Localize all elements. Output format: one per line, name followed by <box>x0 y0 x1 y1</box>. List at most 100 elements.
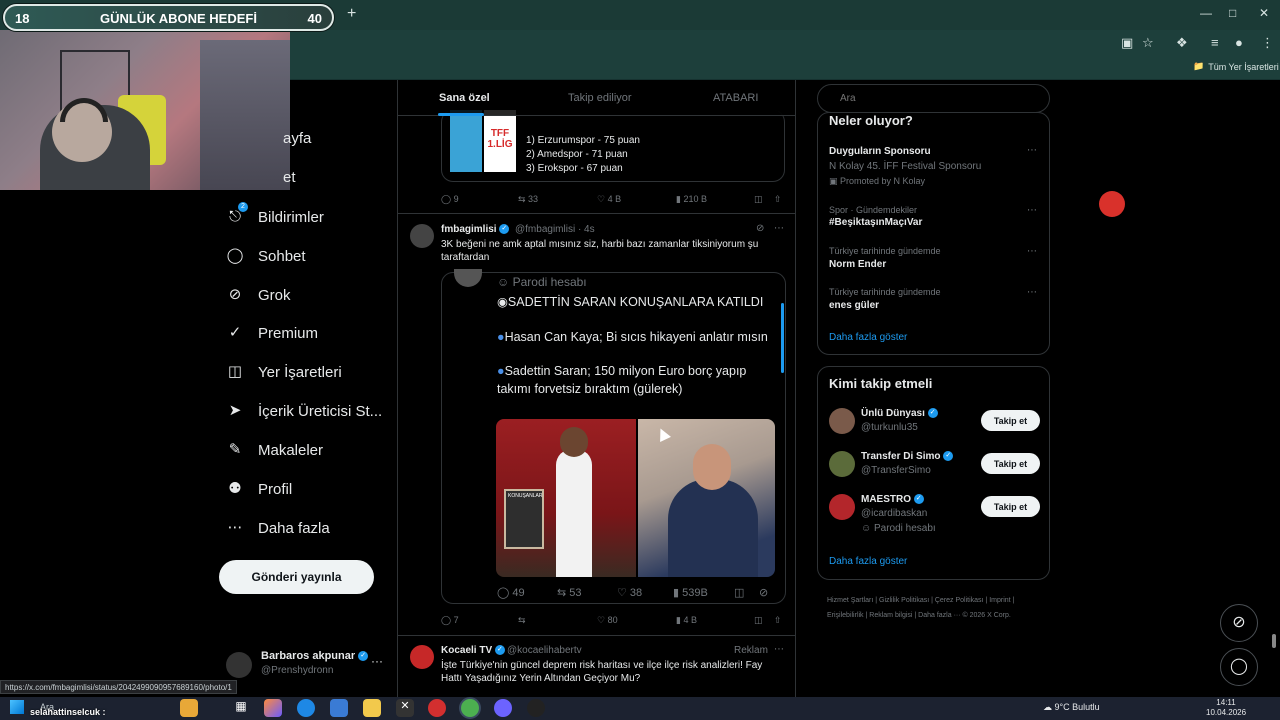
avatar[interactable] <box>410 224 434 248</box>
search-input[interactable] <box>817 84 1050 113</box>
trend-name[interactable]: Duyguların Sponsoru <box>829 146 931 157</box>
all-bookmarks[interactable]: 📁 Tüm Yer İşaretleri <box>1193 61 1279 72</box>
windows-start-icon[interactable] <box>10 700 24 714</box>
suggested-handle[interactable]: @turkunlu35 <box>861 422 918 433</box>
trend-name[interactable]: Norm Ender <box>829 259 886 270</box>
more-icon[interactable]: ⋯ <box>774 223 784 234</box>
author-handle[interactable]: @kocaelihabertv <box>507 645 582 656</box>
chrome-icon[interactable] <box>461 699 479 717</box>
suggested-handle[interactable]: @TransferSimo <box>861 465 931 476</box>
repost-button[interactable]: ⇆ 53 <box>557 586 582 599</box>
tab-list[interactable]: ATABARI <box>713 92 758 104</box>
nav-premium[interactable]: ✓ Premium <box>226 324 318 342</box>
reply-button[interactable]: ◯ 7 <box>441 615 459 626</box>
suggested-handle[interactable]: @icardibaskan <box>861 508 927 519</box>
more-icon[interactable]: ⋯ <box>1027 205 1037 216</box>
author-name[interactable]: fmbagimlisi ✓ <box>441 224 510 235</box>
like-button[interactable]: ♡ 38 <box>617 586 642 599</box>
show-more-link[interactable]: Daha fazla göster <box>829 332 907 343</box>
nav-chat[interactable]: ◯ Sohbet <box>226 247 306 265</box>
quoted-post[interactable]: ☺ Parodi hesabı ◉SADETTİN SARAN KONUŞANL… <box>441 269 786 604</box>
task-view-icon[interactable]: ▦ <box>232 699 250 717</box>
views-button[interactable]: ▮ 539B <box>673 586 708 599</box>
tab-for-you[interactable]: Sana özel <box>439 92 490 104</box>
more-icon[interactable]: ⋯ <box>1027 145 1037 156</box>
store-icon[interactable] <box>330 699 348 717</box>
more-icon[interactable]: ··· <box>371 654 383 668</box>
new-tab-button[interactable]: + <box>347 5 356 23</box>
avatar[interactable] <box>829 408 855 434</box>
edge-icon[interactable] <box>297 699 315 717</box>
footer-links[interactable]: Hizmet Şartları | Gizlilik Politikası | … <box>827 593 1047 623</box>
minimize-icon[interactable]: — <box>1200 6 1212 20</box>
discord-icon[interactable] <box>494 699 512 717</box>
trend-name[interactable]: enes güler <box>829 300 879 311</box>
grok-icon[interactable]: ⊘ <box>1220 604 1258 642</box>
more-icon[interactable]: ⋯ <box>1027 287 1037 298</box>
reading-list-icon[interactable]: ≡ <box>1211 35 1219 50</box>
views-button[interactable]: ▮ 210 B <box>676 194 707 205</box>
profile-icon[interactable]: ● <box>1235 35 1243 50</box>
views-button[interactable]: ▮ 4 B <box>676 615 697 626</box>
weather-widget[interactable]: ☁ 9°C Bulutlu <box>1043 702 1100 713</box>
post-image[interactable]: KONUŞANLAR <box>496 419 636 577</box>
trend-name[interactable]: #BeşiktaşınMaçıVar <box>829 217 922 228</box>
quoted-post[interactable]: TFF 1.LİG 1) Erzurumspor - 75 puan 2) Am… <box>441 110 785 182</box>
nav-articles[interactable]: ✎ Makaleler <box>226 441 323 459</box>
nav-creator-studio[interactable]: ➤ İçerik Üreticisi St... <box>226 402 382 420</box>
more-icon[interactable]: ⋯ <box>1027 246 1037 257</box>
follow-button[interactable]: Takip et <box>981 496 1040 517</box>
explorer-icon[interactable] <box>363 699 381 717</box>
share-button[interactable]: ⇧ <box>774 194 782 205</box>
author-handle[interactable]: @fmbagimlisi · 4s <box>515 224 595 235</box>
follow-button[interactable]: Takip et <box>981 453 1040 474</box>
verified-icon: ✓ <box>358 651 369 662</box>
like-button[interactable]: ♡ 80 <box>597 615 618 626</box>
share-button[interactable]: ⇧ <box>774 615 782 626</box>
show-more-link[interactable]: Daha fazla göster <box>829 556 907 567</box>
opera-icon[interactable] <box>428 699 446 717</box>
nav-profile[interactable]: ⚉ Profil <box>226 480 292 498</box>
obs-icon[interactable] <box>527 699 545 717</box>
avatar[interactable] <box>829 451 855 477</box>
menu-icon[interactable]: ⋮ <box>1261 35 1274 51</box>
account-switcher[interactable]: Barbaros akpunar ✓ @Prenshydronn ··· <box>226 648 386 678</box>
star-icon[interactable]: ☆ <box>1142 35 1154 51</box>
extensions-icon[interactable]: ❖ <box>1176 35 1188 51</box>
grok-icon[interactable]: ⊘ <box>756 223 764 234</box>
repost-button[interactable]: ⇆ <box>518 615 526 626</box>
xbox-icon[interactable]: ✕ <box>396 699 414 717</box>
suggested-name[interactable]: MAESTRO ✓ <box>861 494 924 505</box>
like-button[interactable]: ♡ 4 B <box>597 194 621 205</box>
maximize-icon[interactable]: □ <box>1229 6 1236 20</box>
bookmark-button[interactable]: ◫ <box>754 194 763 205</box>
reply-button[interactable]: ◯ 9 <box>441 194 459 205</box>
nav-notifications[interactable]: ⎋ 2 Bildirimler <box>226 202 324 226</box>
suggested-name[interactable]: Ünlü Dünyası ✓ <box>861 408 938 419</box>
messages-icon[interactable]: ◯ <box>1220 648 1258 686</box>
bookmark-button[interactable]: ◫ <box>734 586 744 599</box>
post-image[interactable] <box>638 419 775 577</box>
nav-grok[interactable]: ⊘ Grok <box>226 286 291 304</box>
nav-explore[interactable]: et <box>283 169 296 186</box>
follow-button[interactable]: Takip et <box>981 410 1040 431</box>
avatar[interactable] <box>829 494 855 520</box>
tab-following[interactable]: Takip ediliyor <box>568 92 632 104</box>
nav-more[interactable]: ⋯ Daha fazla <box>226 519 330 537</box>
more-icon[interactable]: ⋯ <box>774 644 784 655</box>
scrollbar-thumb[interactable] <box>1272 634 1276 648</box>
copilot-icon[interactable] <box>264 699 282 717</box>
suggested-name[interactable]: Transfer Di Simo ✓ <box>861 451 954 462</box>
clock[interactable]: 14:11 10.04.2026 <box>1206 698 1246 718</box>
repost-button[interactable]: ⇆ 33 <box>518 194 538 205</box>
grok-icon[interactable]: ⊘ <box>759 586 768 599</box>
reply-button[interactable]: ◯ 49 <box>497 586 525 599</box>
avatar[interactable] <box>410 645 434 669</box>
cast-icon[interactable]: ▣ <box>1121 35 1133 51</box>
author-name[interactable]: Kocaeli TV ✓ <box>441 645 505 656</box>
post-button[interactable]: Gönderi yayınla <box>219 560 374 594</box>
nav-bookmarks[interactable]: ◫ Yer İşaretleri <box>226 363 342 381</box>
bookmark-button[interactable]: ◫ <box>754 615 763 626</box>
nav-home[interactable]: ayfa <box>283 130 311 147</box>
close-icon[interactable]: ✕ <box>1259 6 1269 20</box>
